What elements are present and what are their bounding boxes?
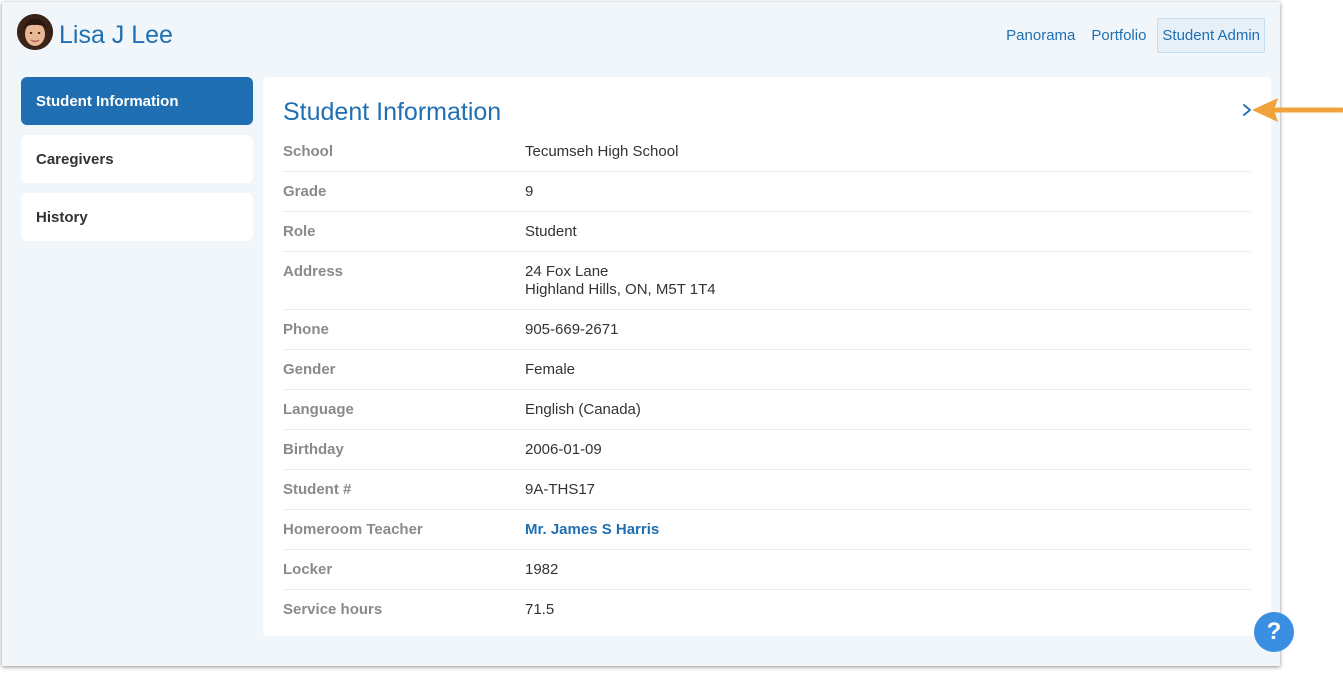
- info-label: Homeroom Teacher: [283, 521, 423, 538]
- info-value: 2006-01-09: [525, 441, 602, 458]
- info-label: Language: [283, 401, 354, 418]
- address-line-2: Highland Hills, ON, M5T 1T4: [525, 281, 716, 298]
- sidebar: Student Information Caregivers History: [21, 77, 253, 251]
- info-label: Locker: [283, 561, 333, 578]
- sidebar-item-history[interactable]: History: [21, 193, 253, 241]
- info-value: 9: [525, 183, 534, 200]
- sidebar-item-student-information[interactable]: Student Information: [21, 77, 253, 125]
- info-table: School Tecumseh High School Grade 9 Role…: [283, 132, 1251, 629]
- info-row-role: Role Student: [283, 212, 1251, 252]
- info-value: 905-669-2671: [525, 321, 619, 338]
- arrow-left-icon: [1250, 92, 1343, 133]
- info-label: Address: [283, 263, 344, 280]
- student-name: Lisa J Lee: [59, 21, 173, 49]
- top-navigation: Panorama Portfolio Student Admin: [995, 18, 1265, 53]
- info-label: Gender: [283, 361, 336, 378]
- nav-student-admin[interactable]: Student Admin: [1157, 18, 1265, 53]
- address-line-1: 24 Fox Lane: [525, 263, 609, 280]
- info-label: Student #: [283, 481, 352, 498]
- info-row-homeroom-teacher: Homeroom Teacher Mr. James S Harris: [283, 510, 1251, 550]
- app-window: Lisa J Lee Panorama Portfolio Student Ad…: [2, 2, 1280, 666]
- info-label: Phone: [283, 321, 329, 338]
- info-row-address: Address 24 Fox Lane Highland Hills, ON, …: [283, 252, 1251, 310]
- info-value: 71.5: [525, 601, 555, 618]
- help-button[interactable]: ?: [1254, 612, 1294, 652]
- info-value: English (Canada): [525, 401, 641, 418]
- info-row-gender: Gender Female: [283, 350, 1251, 390]
- sidebar-item-caregivers[interactable]: Caregivers: [21, 135, 253, 183]
- header: Lisa J Lee Panorama Portfolio Student Ad…: [2, 2, 1280, 70]
- info-label: Service hours: [283, 601, 383, 618]
- info-row-grade: Grade 9: [283, 172, 1251, 212]
- info-label: School: [283, 143, 334, 160]
- info-row-school: School Tecumseh High School: [283, 132, 1251, 172]
- info-value: 9A-THS17: [525, 481, 596, 498]
- info-label: Birthday: [283, 441, 344, 458]
- info-row-birthday: Birthday 2006-01-09: [283, 430, 1251, 470]
- info-row-phone: Phone 905-669-2671: [283, 310, 1251, 350]
- info-row-service-hours: Service hours 71.5: [283, 590, 1251, 629]
- info-value: Student: [525, 223, 577, 240]
- info-row-language: Language English (Canada): [283, 390, 1251, 430]
- nav-panorama[interactable]: Panorama: [1001, 18, 1080, 53]
- student-avatar: [17, 14, 53, 50]
- panel-title: Student Information: [283, 98, 502, 126]
- homeroom-teacher-link[interactable]: Mr. James S Harris: [525, 521, 659, 539]
- info-label: Role: [283, 223, 316, 240]
- info-value-address: 24 Fox Lane Highland Hills, ON, M5T 1T4: [525, 263, 716, 299]
- info-row-student-number: Student # 9A-THS17: [283, 470, 1251, 510]
- student-information-panel: Student Information School Tecumseh High…: [263, 77, 1271, 636]
- info-value: 1982: [525, 561, 559, 578]
- info-value: Tecumseh High School: [525, 143, 679, 160]
- nav-portfolio[interactable]: Portfolio: [1086, 18, 1151, 53]
- info-row-locker: Locker 1982: [283, 550, 1251, 590]
- info-label: Grade: [283, 183, 327, 200]
- info-value: Female: [525, 361, 576, 378]
